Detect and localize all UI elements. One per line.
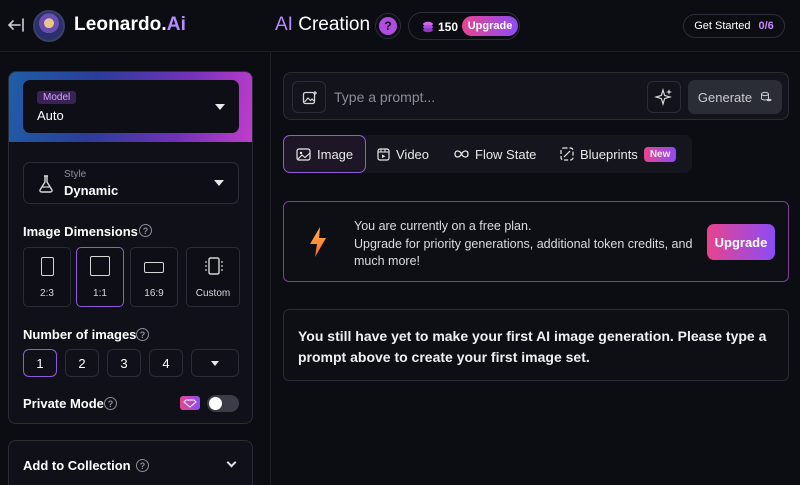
top-header: Leonardo.Ai AI Creation ? 150 Upgrade Ge…	[0, 0, 800, 52]
toggle-knob	[209, 397, 222, 410]
style-caret-icon	[214, 180, 224, 186]
help-button[interactable]: ?	[375, 13, 401, 39]
token-count: 150	[438, 20, 459, 34]
generation-settings-card: Model Auto Style Dynamic Image Dimension…	[8, 71, 253, 424]
tab-blueprints-label: Blueprints	[580, 146, 638, 162]
tab-image-label: Image	[317, 146, 354, 162]
image-icon	[296, 147, 311, 161]
token-balance[interactable]: 150 Upgrade	[408, 12, 520, 40]
tab-flow-state[interactable]: Flow State	[454, 135, 536, 173]
number-more-caret-icon	[211, 360, 219, 366]
get-started-button[interactable]: Get Started 0/6	[683, 14, 785, 38]
flask-icon	[39, 175, 53, 193]
image-dimensions-label: Image Dimensions	[23, 224, 138, 239]
tab-blueprints[interactable]: Blueprints New	[560, 135, 677, 173]
dimension-label: Custom	[195, 288, 231, 299]
notice-line-1: You are currently on a free plan.	[354, 219, 532, 233]
dimension-label: 2:3	[40, 288, 54, 299]
dimension-custom-button[interactable]: Custom	[186, 247, 240, 307]
get-started-label: Get Started	[694, 20, 751, 32]
number-3-button[interactable]: 3	[107, 349, 141, 377]
collection-help-icon[interactable]: ?	[136, 459, 149, 472]
private-mode-toggle[interactable]	[207, 395, 239, 412]
square-shape-icon	[90, 256, 110, 276]
new-badge: New	[643, 146, 677, 162]
help-icon: ?	[379, 17, 397, 35]
model-caret-icon	[215, 104, 225, 110]
add-to-collection-label: Add to Collection	[23, 458, 131, 473]
chevron-down-icon[interactable]	[226, 457, 237, 468]
page-title-rest: Creation	[292, 14, 371, 35]
brand-name[interactable]: Leonardo.Ai	[74, 14, 186, 36]
tab-image[interactable]: Image	[283, 135, 367, 173]
dimension-1-1-button[interactable]: 1:1	[76, 247, 124, 307]
number-1-button[interactable]: 1	[23, 349, 57, 377]
add-image-icon	[302, 91, 317, 105]
coins-icon	[761, 91, 772, 102]
get-started-count: 0/6	[758, 20, 774, 32]
style-label: Style	[64, 169, 87, 180]
model-banner: Model Auto	[9, 72, 252, 142]
brand-name-text: Leonardo.	[74, 14, 167, 35]
video-icon	[377, 147, 390, 161]
dimension-label: 1:1	[93, 288, 107, 299]
coins-icon	[423, 21, 433, 33]
style-select[interactable]: Style Dynamic	[23, 162, 239, 204]
empty-state-message: You still have yet to make your first AI…	[298, 328, 767, 365]
sidebar-divider	[270, 52, 271, 485]
dimension-2-3-button[interactable]: 2:3	[23, 247, 71, 307]
premium-gem-icon	[180, 396, 200, 410]
portrait-shape-icon	[41, 257, 54, 276]
prompt-enhance-button[interactable]	[647, 81, 681, 113]
blueprint-icon	[560, 147, 574, 161]
collapse-sidebar-icon[interactable]	[7, 16, 25, 34]
number-help-icon[interactable]: ?	[136, 328, 149, 341]
private-mode-label: Private Mode	[23, 396, 104, 411]
number-4-button[interactable]: 4	[149, 349, 183, 377]
notice-text: You are currently on a free plan. Upgrad…	[354, 218, 694, 271]
tab-flow-state-label: Flow State	[475, 146, 537, 162]
model-value: Auto	[37, 108, 64, 123]
brand-suffix: Ai	[166, 14, 186, 35]
page-title-prefix: AI	[275, 14, 293, 35]
number-2-button[interactable]: 2	[65, 349, 99, 377]
prompt-bar: Generate	[283, 72, 789, 120]
dimension-label: 16:9	[144, 288, 164, 299]
infinity-icon	[454, 150, 469, 158]
tab-video-label: Video	[396, 146, 430, 162]
private-mode-help-icon[interactable]: ?	[104, 397, 117, 410]
image-prompt-button[interactable]	[292, 81, 326, 113]
tab-video[interactable]: Video	[377, 135, 429, 173]
notice-line-2: Upgrade for priority generations, additi…	[354, 236, 693, 269]
generate-label: Generate	[697, 89, 753, 105]
generate-button[interactable]: Generate	[688, 80, 782, 114]
lightning-icon	[310, 227, 326, 257]
custom-dimension-icon	[205, 257, 223, 275]
sparkle-icon	[654, 87, 673, 107]
notice-upgrade-button[interactable]: Upgrade	[707, 224, 775, 260]
dimensions-help-icon[interactable]: ?	[139, 224, 152, 237]
number-more-dropdown[interactable]	[191, 349, 239, 377]
free-plan-notice: You are currently on a free plan. Upgrad…	[283, 201, 789, 282]
model-select[interactable]: Model Auto	[23, 80, 239, 133]
number-of-images-label: Number of images	[23, 327, 137, 342]
header-upgrade-button[interactable]: Upgrade	[462, 16, 518, 36]
add-to-collection-section[interactable]: Add to Collection ?	[8, 440, 253, 485]
generation-type-tabs: Image Video Flow State Blueprints New	[283, 135, 692, 173]
brand-logo-avatar[interactable]	[33, 10, 65, 42]
style-value: Dynamic	[64, 183, 119, 198]
prompt-input[interactable]	[334, 87, 634, 107]
page-title: AI Creation	[275, 14, 370, 36]
empty-state-box: You still have yet to make your first AI…	[283, 309, 789, 381]
model-tag: Model	[37, 91, 77, 104]
landscape-shape-icon	[144, 262, 164, 273]
dimension-16-9-button[interactable]: 16:9	[130, 247, 178, 307]
